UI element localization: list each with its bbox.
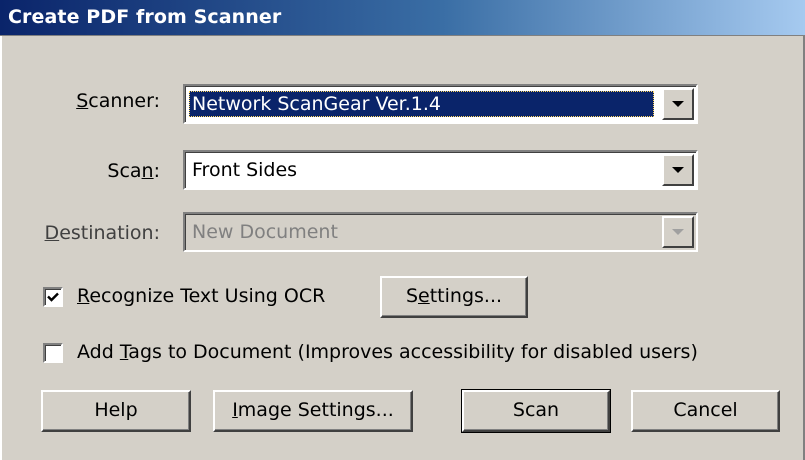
- help-button-label: Help: [94, 399, 138, 421]
- image-settings-label-post: mage Settings...: [237, 399, 394, 421]
- help-button[interactable]: Help: [41, 390, 191, 432]
- destination-label: Destination:: [20, 222, 160, 244]
- scanner-value: Network ScanGear Ver.1.4: [189, 91, 654, 117]
- scanner-label-post: canner:: [88, 90, 160, 112]
- tags-label[interactable]: Add Tags to Document (Improves accessibi…: [77, 341, 698, 363]
- cancel-button-label: Cancel: [673, 399, 738, 421]
- settings-label-pre: S: [405, 285, 419, 307]
- scan-button-label: Scan: [512, 399, 560, 421]
- scanner-dropdown-button[interactable]: [662, 88, 694, 120]
- scan-value: Front Sides: [192, 159, 298, 181]
- ocr-label-key: R: [77, 285, 90, 307]
- ocr-label[interactable]: Recognize Text Using OCR: [77, 285, 325, 307]
- destination-dropdown-button: [662, 216, 694, 248]
- image-settings-button[interactable]: Image Settings...: [213, 390, 413, 432]
- scanner-label: Scanner:: [20, 90, 160, 112]
- title-bar[interactable]: Create PDF from Scanner: [0, 0, 805, 36]
- scan-label-pre: Sca: [107, 160, 142, 182]
- chevron-down-icon: [672, 167, 684, 173]
- cancel-button[interactable]: Cancel: [631, 390, 780, 432]
- settings-label-key: e: [418, 285, 430, 307]
- destination-dropdown: New Document: [183, 212, 698, 252]
- settings-button[interactable]: Settings...: [380, 276, 528, 318]
- scan-label-key: n: [141, 160, 154, 182]
- window-title: Create PDF from Scanner: [8, 6, 282, 28]
- scanner-dropdown[interactable]: Network ScanGear Ver.1.4: [183, 84, 698, 124]
- destination-value: New Document: [192, 221, 338, 243]
- scan-button[interactable]: Scan: [461, 389, 611, 433]
- tags-label-post: ags to Document (Improves accessibility …: [128, 341, 698, 363]
- settings-label-post: ttings...: [429, 285, 503, 307]
- dialog-left-edge: [0, 36, 3, 460]
- ocr-label-post: ecognize Text Using OCR: [89, 285, 326, 307]
- destination-label-key: D: [44, 222, 60, 244]
- destination-label-post: estination:: [59, 222, 160, 244]
- chevron-down-icon: [672, 101, 684, 107]
- ocr-checkbox[interactable]: [43, 287, 63, 307]
- scan-dropdown-button[interactable]: [662, 154, 694, 186]
- scan-label: Scan:: [20, 160, 160, 182]
- chevron-down-icon: [672, 229, 684, 235]
- scan-label-post: :: [153, 160, 160, 182]
- scan-dropdown[interactable]: Front Sides: [183, 150, 698, 190]
- tags-label-pre: Add: [77, 341, 120, 363]
- scanner-label-key: S: [76, 90, 89, 112]
- checkmark-icon: [47, 292, 59, 302]
- tags-checkbox[interactable]: [43, 343, 63, 363]
